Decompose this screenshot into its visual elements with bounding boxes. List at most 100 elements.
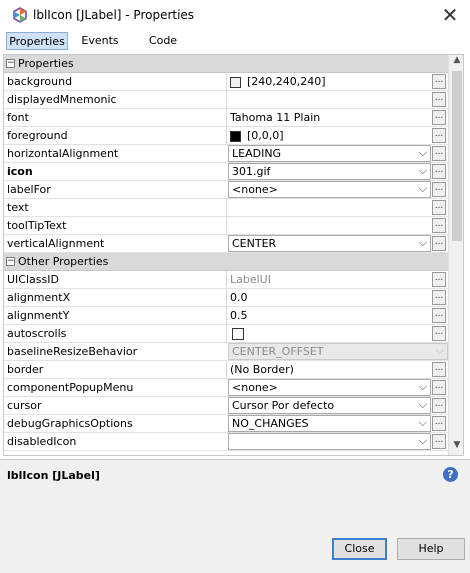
property-value: LabelUI: [230, 273, 271, 286]
property-row-baselineresizebehavior[interactable]: baselineResizeBehavior CENTER_OFFSET ⌵: [4, 343, 448, 361]
edit-property-button[interactable]: ...: [432, 182, 446, 197]
edit-property-button[interactable]: ...: [432, 236, 446, 251]
property-row-font[interactable]: font Tahoma 11 Plain ...: [4, 109, 448, 127]
property-row-uiclassid[interactable]: UIClassID LabelUI ...: [4, 271, 448, 289]
edit-property-button[interactable]: ...: [432, 398, 446, 413]
category-other-properties[interactable]: − Other Properties: [4, 253, 448, 271]
chevron-down-icon[interactable]: ⌵: [419, 236, 427, 250]
edit-property-button[interactable]: ...: [432, 128, 446, 143]
tab-bar: Properties Events Code: [0, 30, 470, 52]
property-sheet: − Properties background [240,240,240] ..…: [3, 54, 464, 456]
property-value-dropdown[interactable]: NO_CHANGES ⌵: [228, 415, 431, 432]
edit-property-button[interactable]: ...: [432, 92, 446, 107]
property-name: debugGraphicsOptions: [7, 417, 133, 430]
scroll-up-icon[interactable]: ▲: [449, 55, 463, 69]
property-name: icon: [7, 165, 33, 178]
property-row-componentpopupmenu[interactable]: componentPopupMenu <none> ⌵ ...: [4, 379, 448, 397]
category-properties[interactable]: − Properties: [4, 55, 448, 73]
title-bar: lblIcon [JLabel] - Properties ✕: [0, 0, 470, 30]
chevron-down-icon[interactable]: ⌵: [419, 380, 427, 394]
edit-property-button[interactable]: ...: [432, 416, 446, 431]
property-row-icon[interactable]: icon 301.gif ⌵ ...: [4, 163, 448, 181]
column-divider: [226, 325, 227, 343]
property-row-debuggraphicsoptions[interactable]: debugGraphicsOptions NO_CHANGES ⌵ ...: [4, 415, 448, 433]
edit-property-button[interactable]: ...: [432, 272, 446, 287]
chevron-down-icon[interactable]: ⌵: [419, 434, 427, 448]
color-swatch-icon: [230, 131, 241, 142]
property-value-dropdown[interactable]: LEADING ⌵: [228, 145, 431, 162]
property-row-autoscrolls[interactable]: autoscrolls ...: [4, 325, 448, 343]
property-name: cursor: [7, 399, 42, 412]
property-value[interactable]: Tahoma 11 Plain: [230, 111, 320, 124]
property-row-background[interactable]: background [240,240,240] ...: [4, 73, 448, 91]
edit-property-button[interactable]: ...: [432, 308, 446, 323]
chevron-down-icon[interactable]: ⌵: [419, 182, 427, 196]
property-row-labelfor[interactable]: labelFor <none> ⌵ ...: [4, 181, 448, 199]
property-value-dropdown[interactable]: CENTER ⌵: [228, 235, 431, 252]
property-name: baselineResizeBehavior: [7, 345, 138, 358]
dropdown-value: <none>: [232, 381, 278, 394]
category-label: Other Properties: [18, 255, 109, 268]
property-row-foreground[interactable]: foreground [0,0,0] ...: [4, 127, 448, 145]
chevron-down-icon[interactable]: ⌵: [419, 146, 427, 160]
edit-property-button[interactable]: ...: [432, 146, 446, 161]
property-row-border[interactable]: border (No Border) ...: [4, 361, 448, 379]
scrollbar-thumb[interactable]: [452, 71, 462, 241]
edit-property-button[interactable]: ...: [432, 290, 446, 305]
property-value[interactable]: [0,0,0]: [247, 129, 284, 142]
property-value-dropdown[interactable]: <none> ⌵: [228, 181, 431, 198]
close-window-icon[interactable]: ✕: [438, 3, 462, 27]
edit-property-button[interactable]: ...: [432, 110, 446, 125]
property-row-alignmenty[interactable]: alignmentY 0.5 ...: [4, 307, 448, 325]
property-row-tooltiptext[interactable]: toolTipText ...: [4, 217, 448, 235]
tab-code[interactable]: Code: [140, 32, 186, 50]
property-value-dropdown[interactable]: ⌵: [228, 433, 431, 450]
chevron-down-icon[interactable]: ⌵: [419, 416, 427, 430]
property-value[interactable]: 0.5: [230, 309, 248, 322]
property-value[interactable]: [240,240,240]: [247, 75, 326, 88]
property-value[interactable]: (No Border): [230, 363, 294, 376]
property-name: background: [7, 75, 73, 88]
chevron-down-icon[interactable]: ⌵: [419, 164, 427, 178]
property-row-verticalalignment[interactable]: verticalAlignment CENTER ⌵ ...: [4, 235, 448, 253]
property-name: alignmentY: [7, 309, 70, 322]
property-value-dropdown[interactable]: 301.gif ⌵: [228, 163, 431, 180]
property-row-text[interactable]: text ...: [4, 199, 448, 217]
edit-property-button[interactable]: ...: [432, 200, 446, 215]
dropdown-value: LEADING: [232, 147, 282, 160]
chevron-down-icon[interactable]: ⌵: [419, 398, 427, 412]
close-button[interactable]: Close: [332, 538, 387, 560]
tab-properties[interactable]: Properties: [6, 32, 68, 50]
property-value-dropdown[interactable]: <none> ⌵: [228, 379, 431, 396]
column-divider: [226, 271, 227, 289]
tab-events[interactable]: Events: [76, 32, 124, 50]
property-row-disabledicon[interactable]: disabledIcon ⌵ ...: [4, 433, 448, 451]
category-label: Properties: [18, 57, 74, 70]
vertical-scrollbar[interactable]: ▲ ▼: [448, 55, 463, 455]
edit-property-button[interactable]: ...: [432, 434, 446, 449]
edit-property-button[interactable]: ...: [432, 164, 446, 179]
property-name: componentPopupMenu: [7, 381, 134, 394]
autoscrolls-checkbox[interactable]: [232, 328, 244, 340]
column-divider: [226, 307, 227, 325]
collapse-icon[interactable]: −: [6, 59, 15, 68]
property-row-cursor[interactable]: cursor Cursor Por defecto ⌵ ...: [4, 397, 448, 415]
collapse-icon[interactable]: −: [6, 257, 15, 266]
help-button[interactable]: Help: [397, 538, 465, 560]
property-row-alignmentx[interactable]: alignmentX 0.0 ...: [4, 289, 448, 307]
edit-property-button[interactable]: ...: [432, 74, 446, 89]
property-value[interactable]: 0.0: [230, 291, 248, 304]
property-name: foreground: [7, 129, 68, 142]
property-name: border: [7, 363, 44, 376]
edit-property-button[interactable]: ...: [432, 326, 446, 341]
property-value-dropdown[interactable]: Cursor Por defecto ⌵: [228, 397, 431, 414]
column-divider: [226, 91, 227, 109]
property-row-horizontalalignment[interactable]: horizontalAlignment LEADING ⌵ ...: [4, 145, 448, 163]
dropdown-value: CENTER_OFFSET: [232, 345, 324, 358]
property-row-displayedmnemonic[interactable]: displayedMnemonic ...: [4, 91, 448, 109]
help-icon[interactable]: ?: [443, 467, 458, 482]
scroll-down-icon[interactable]: ▼: [449, 440, 463, 454]
edit-property-button[interactable]: ...: [432, 218, 446, 233]
edit-property-button[interactable]: ...: [432, 362, 446, 377]
edit-property-button[interactable]: ...: [432, 380, 446, 395]
